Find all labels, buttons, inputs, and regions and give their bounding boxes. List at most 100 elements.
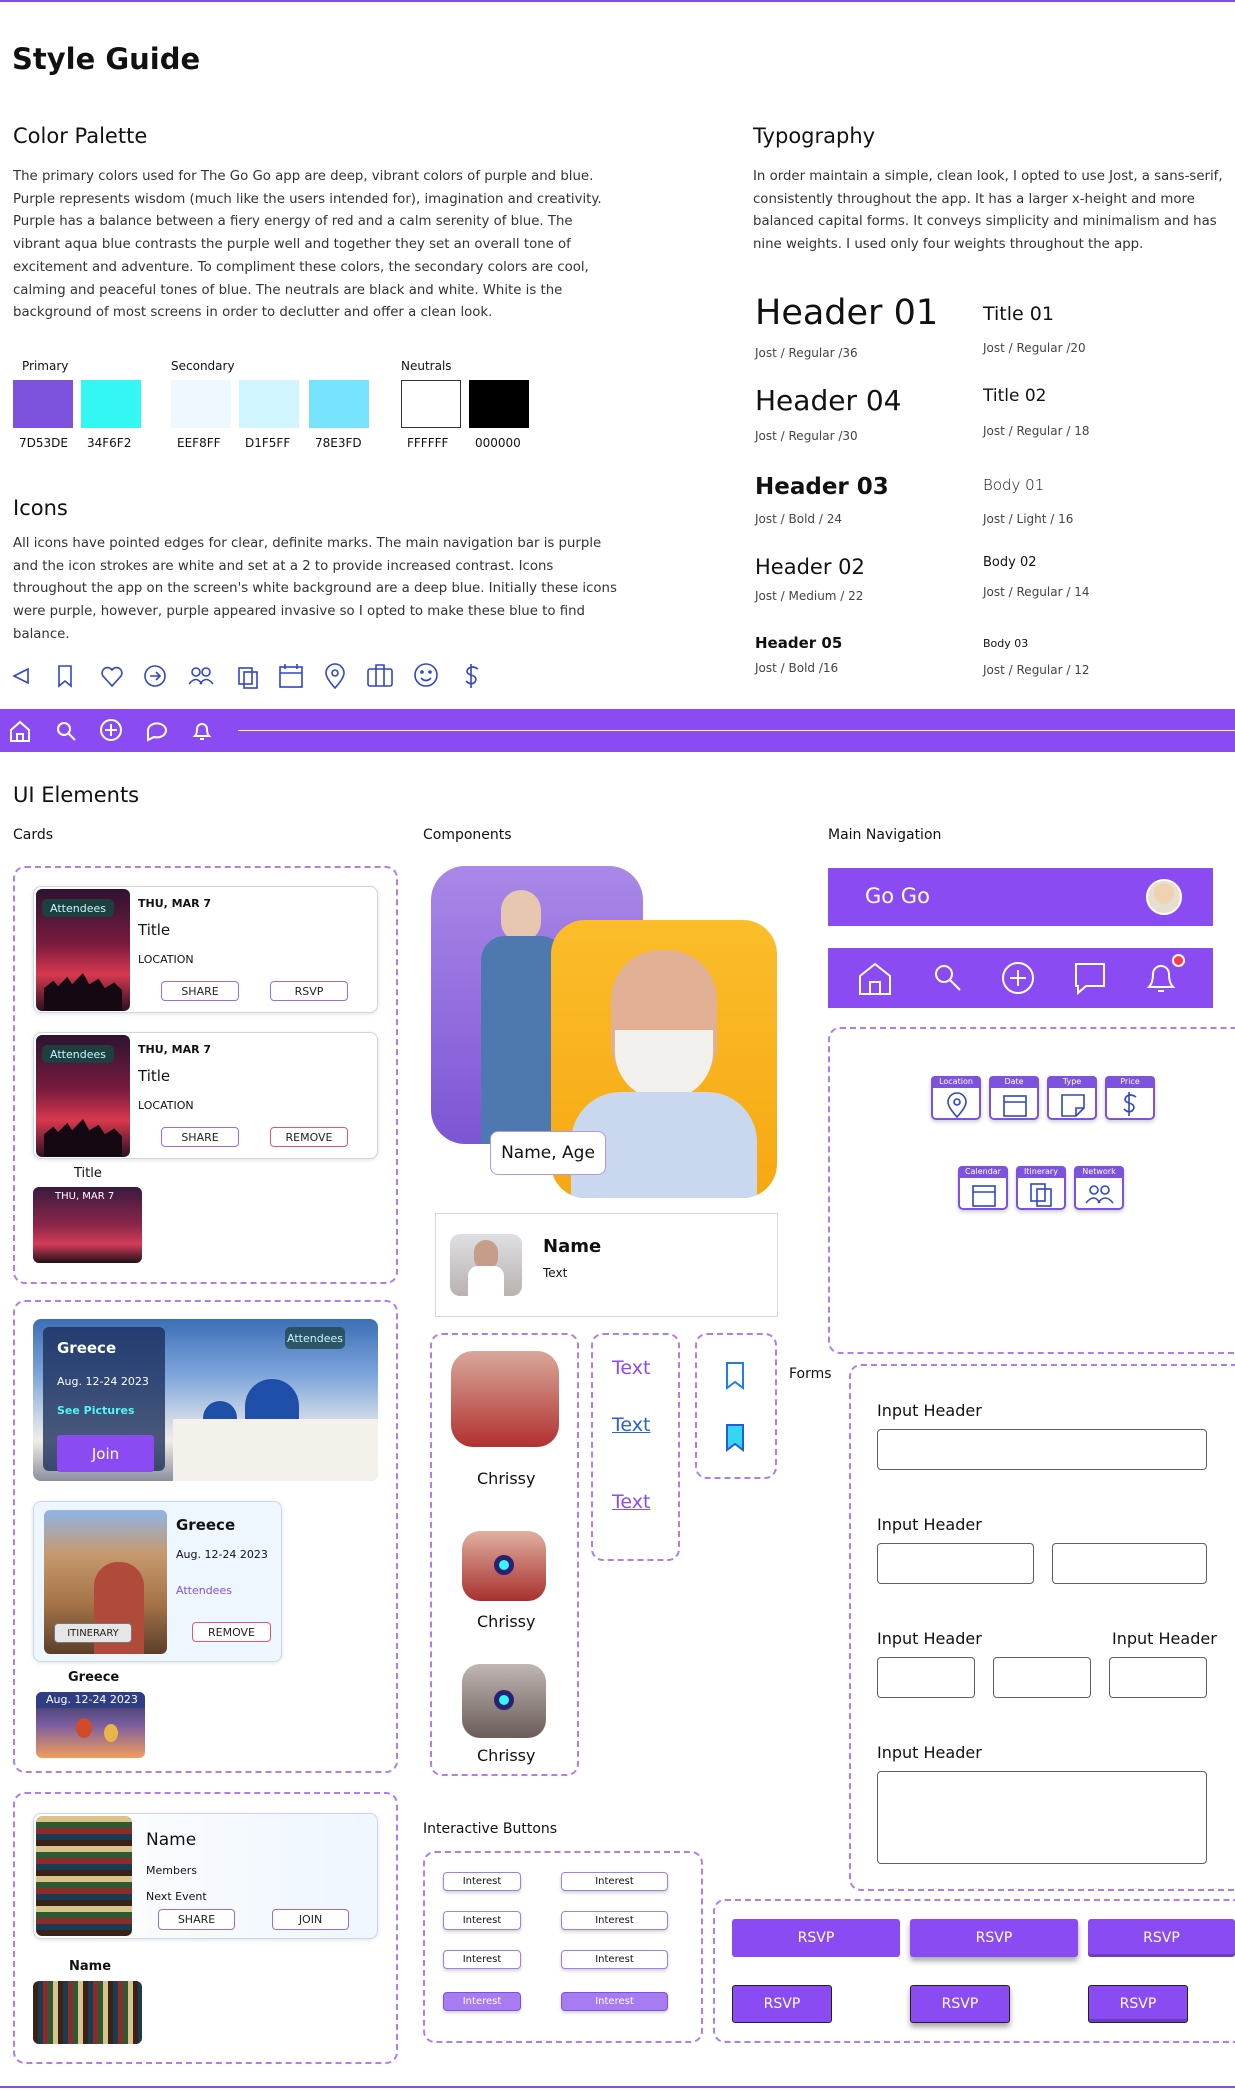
rsvp-button-hover[interactable]: RSVP	[910, 1919, 1078, 1957]
trip-hero-card[interactable]: Greece Aug. 12-24 2023 See Pictures Join…	[33, 1319, 378, 1481]
typography-body: In order maintain a simple, clean look, …	[753, 169, 1223, 253]
color-swatch	[81, 380, 141, 428]
text-link-visited[interactable]: Text	[612, 1491, 650, 1513]
text-input-full[interactable]	[877, 1429, 1207, 1470]
textarea-input[interactable]	[877, 1771, 1207, 1864]
interest-button[interactable]: Interest	[561, 1911, 668, 1930]
text-input-third[interactable]	[993, 1657, 1091, 1698]
filter-label: Itinerary	[1016, 1166, 1066, 1178]
remove-button[interactable]: REMOVE	[192, 1622, 271, 1642]
color-swatch	[239, 380, 299, 428]
filter-itinerary[interactable]: Itinerary	[1016, 1166, 1066, 1210]
avatar-medium[interactable]	[462, 1531, 546, 1601]
profile-row[interactable]: Name Text	[435, 1213, 778, 1317]
mini-event-card[interactable]: THU, MAR 7	[33, 1187, 142, 1263]
sticky-note-icon	[1061, 1094, 1085, 1117]
color-palette-body: The primary colors used for The Go Go ap…	[13, 169, 602, 321]
remove-button[interactable]: REMOVE	[270, 1127, 348, 1147]
event-card-remove[interactable]: Attendees THU, MAR 7 Title LOCATION SHAR…	[33, 1032, 378, 1159]
rsvp-button[interactable]: RSVP	[270, 981, 348, 1001]
type-spec-title-01: Jost / Regular /20	[983, 341, 1086, 355]
trip-card[interactable]: ITINERARY Greece Aug. 12-24 2023 Attende…	[33, 1501, 282, 1662]
rsvp-button-small-pressed[interactable]: RSVP	[1088, 1985, 1188, 2023]
avatar-grey[interactable]	[462, 1664, 546, 1738]
trip-attendees[interactable]: Attendees	[176, 1584, 232, 1597]
event-date: THU, MAR 7	[138, 1043, 212, 1056]
attendees-badge[interactable]: Attendees	[285, 1327, 345, 1349]
page-title: Style Guide	[12, 42, 201, 76]
color-swatch	[309, 380, 369, 428]
calendar-icon	[279, 664, 303, 688]
text-input-third[interactable]	[1109, 1657, 1207, 1698]
rsvp-button-default[interactable]: RSVP	[732, 1919, 900, 1957]
type-sample-body-01: Body 01	[983, 476, 1045, 494]
trip-place: Greece	[57, 1339, 117, 1357]
type-sample-header-05: Header 05	[755, 634, 843, 652]
rsvp-button-small[interactable]: RSVP	[732, 1985, 832, 2023]
see-pictures-link[interactable]: See Pictures	[57, 1404, 135, 1417]
filter-network[interactable]: Network	[1074, 1166, 1124, 1210]
filter-calendar[interactable]: Calendar	[958, 1166, 1008, 1210]
avatar-large[interactable]	[451, 1351, 559, 1447]
interest-button[interactable]: Interest	[443, 1911, 521, 1930]
ui-elements-heading: UI Elements	[13, 783, 140, 807]
filter-date[interactable]: Date	[989, 1076, 1039, 1120]
interest-button[interactable]: Interest	[443, 1872, 521, 1891]
mini-trip-card[interactable]: Aug. 12-24 2023	[36, 1692, 145, 1758]
event-card[interactable]: Attendees THU, MAR 7 Title LOCATION SHAR…	[33, 886, 378, 1013]
avatar[interactable]	[1146, 879, 1182, 915]
filter-label: Network	[1074, 1166, 1124, 1178]
interest-button[interactable]: Interest	[561, 1872, 668, 1891]
bookmark-outline-icon[interactable]	[723, 1360, 747, 1392]
text-input-half[interactable]	[877, 1543, 1034, 1584]
copy-icon	[1030, 1183, 1052, 1207]
location-pin-icon	[325, 663, 345, 690]
text-link-default[interactable]: Text	[612, 1357, 650, 1379]
add-circle-icon	[100, 719, 122, 741]
bookmark-icon	[58, 665, 72, 688]
type-spec-header-05: Jost / Bold /16	[755, 661, 839, 675]
group-photo	[36, 1816, 132, 1936]
attendees-badge[interactable]: Attendees	[42, 1045, 114, 1063]
event-location: LOCATION	[138, 1099, 194, 1112]
filter-price[interactable]: Price	[1105, 1076, 1155, 1120]
type-sample-body-03: Body 03	[983, 637, 1029, 650]
dollar-icon	[1123, 1092, 1137, 1116]
cards-label: Cards	[13, 827, 54, 843]
type-sample-header-01: Header 01	[755, 293, 939, 333]
rsvp-button-small-hover[interactable]: RSVP	[910, 1985, 1010, 2023]
interest-button[interactable]: Interest	[443, 1992, 521, 2011]
text-input-third[interactable]	[877, 1657, 975, 1698]
join-button[interactable]: JOIN	[272, 1909, 349, 1930]
interest-button[interactable]: Interest	[561, 1950, 668, 1969]
interest-button[interactable]: Interest	[443, 1950, 521, 1969]
text-input-half[interactable]	[1052, 1543, 1207, 1584]
bookmark-states-group	[695, 1333, 777, 1479]
type-sample-title-01: Title 01	[983, 303, 1054, 325]
filter-location[interactable]: Location	[931, 1076, 981, 1120]
event-location: LOCATION	[138, 953, 194, 966]
interest-button[interactable]: Interest	[561, 1992, 668, 2011]
share-button[interactable]: SHARE	[158, 1909, 235, 1930]
group-card[interactable]: Name Members Next Event SHARE JOIN	[33, 1813, 378, 1939]
attendees-badge[interactable]: Attendees	[42, 899, 114, 917]
share-button[interactable]: SHARE	[161, 981, 239, 1001]
profile-name: Name	[543, 1236, 602, 1257]
itinerary-button[interactable]: ITINERARY	[54, 1623, 132, 1643]
mini-trip-place: Greece	[68, 1670, 120, 1685]
rsvp-button-pressed[interactable]: RSVP	[1088, 1919, 1235, 1957]
share-button[interactable]: SHARE	[161, 1127, 239, 1147]
bookmark-filled-icon[interactable]	[723, 1422, 747, 1454]
brand-name[interactable]: Go Go	[865, 884, 930, 908]
text-link-hover[interactable]: Text	[612, 1414, 650, 1436]
avatar-name: Chrissy	[477, 1469, 536, 1488]
type-spec-header-04: Jost / Regular /30	[755, 429, 858, 443]
name-age-label: Name, Age	[501, 1143, 595, 1163]
filter-type[interactable]: Type	[1047, 1076, 1097, 1120]
color-swatch-label: 7D53DE	[19, 436, 68, 450]
color-swatch-label: D1F5FF	[245, 436, 291, 450]
app-bottom-nav	[828, 948, 1213, 1008]
join-button[interactable]: Join	[57, 1435, 154, 1472]
type-sample-header-03: Header 03	[755, 474, 889, 500]
mini-group-card[interactable]	[33, 1981, 142, 2044]
